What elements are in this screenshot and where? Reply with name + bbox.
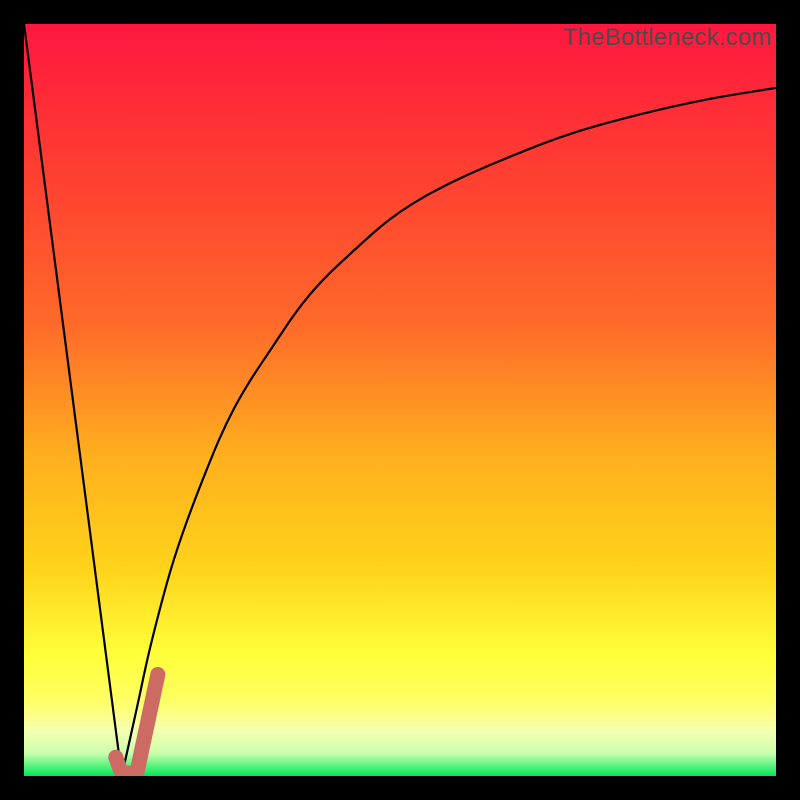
watermark-text: TheBottleneck.com	[563, 24, 772, 52]
gradient-background	[24, 24, 776, 776]
chart-svg	[24, 24, 776, 776]
plot-area: TheBottleneck.com	[24, 24, 776, 776]
chart-frame: TheBottleneck.com	[0, 0, 800, 800]
